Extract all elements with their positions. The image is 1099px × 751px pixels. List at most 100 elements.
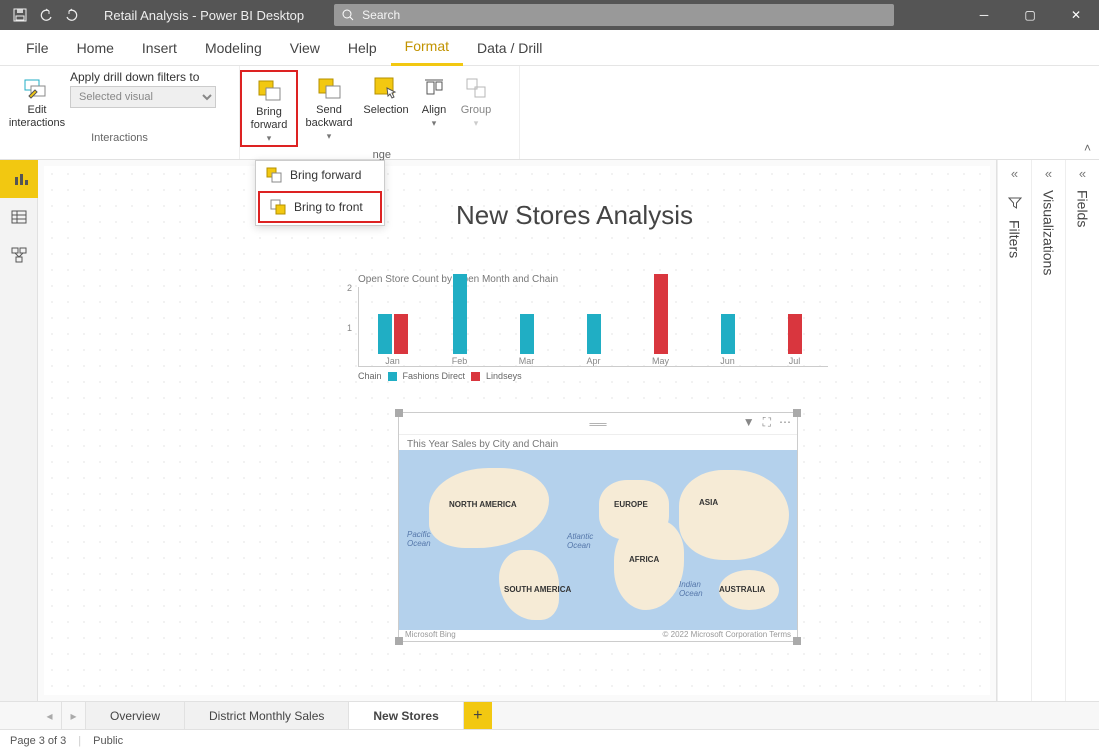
bar[interactable] — [394, 314, 408, 354]
menu-modeling[interactable]: Modeling — [191, 30, 276, 66]
bar-chart-visual[interactable]: Open Store Count by Open Month and Chain… — [358, 274, 828, 400]
filter-icon[interactable]: ▼ — [743, 415, 755, 430]
send-backward-label: Send backward — [305, 104, 352, 130]
focus-icon[interactable]: ⛶ — [763, 415, 771, 430]
panel-label: Visualizations — [1041, 190, 1057, 275]
bring-forward-label: Bring forward — [251, 106, 288, 132]
menu-format[interactable]: Format — [391, 30, 463, 66]
menu-help[interactable]: Help — [334, 30, 391, 66]
filters-panel[interactable]: « Filters — [997, 160, 1031, 701]
search-placeholder: Search — [362, 8, 400, 22]
dropdown-item-label: Bring forward — [290, 168, 361, 182]
canvas-title: New Stores Analysis — [456, 200, 693, 231]
maximize-icon[interactable]: ▢ — [1007, 0, 1053, 30]
close-icon[interactable]: ✕ — [1053, 0, 1099, 30]
filter-icon — [1008, 196, 1022, 210]
dropdown-bring-forward[interactable]: Bring forward — [256, 161, 384, 189]
bring-forward-icon — [253, 76, 285, 104]
menu-view[interactable]: View — [276, 30, 334, 66]
ribbon-group-interactions-label: Interactions — [8, 130, 231, 146]
drill-filters-select[interactable]: Selected visual — [70, 86, 216, 108]
edit-interactions-label: Edit interactions — [9, 104, 65, 130]
edit-interactions-button[interactable]: Edit interactions — [8, 70, 66, 130]
menu-file[interactable]: File — [12, 30, 63, 66]
nav-report-icon[interactable] — [0, 160, 38, 198]
save-icon[interactable] — [8, 3, 32, 27]
group-button[interactable]: Group ▾ — [456, 70, 496, 130]
chevron-down-icon: ▾ — [474, 117, 479, 130]
dropdown-bring-to-front[interactable]: Bring to front — [258, 191, 382, 223]
tab-district-monthly-sales[interactable]: District Monthly Sales — [185, 702, 349, 729]
bar[interactable] — [788, 314, 802, 354]
tab-overview[interactable]: Overview — [86, 702, 185, 729]
expand-icon[interactable]: « — [1011, 166, 1018, 181]
map-attribution: Microsoft Bing — [405, 630, 456, 639]
x-axis-label: Feb — [452, 356, 468, 366]
chevron-down-icon: ▾ — [327, 130, 332, 143]
report-canvas[interactable]: New Stores Analysis Open Store Count by … — [38, 160, 997, 701]
panel-label: Fields — [1075, 190, 1091, 227]
expand-icon[interactable]: « — [1045, 166, 1052, 181]
bar[interactable] — [520, 314, 534, 354]
menu-bar: File Home Insert Modeling View Help Form… — [0, 30, 1099, 66]
undo-icon[interactable] — [34, 3, 58, 27]
collapse-ribbon-icon[interactable]: ˄ — [1084, 141, 1091, 155]
bar[interactable] — [587, 314, 601, 354]
bar[interactable] — [654, 274, 668, 354]
drill-filters-label: Apply drill down filters to — [70, 70, 216, 84]
send-backward-button[interactable]: Send backward ▾ — [300, 70, 358, 143]
resize-handle[interactable] — [395, 637, 403, 645]
group-label: Group — [461, 104, 492, 117]
menu-home[interactable]: Home — [63, 30, 128, 66]
expand-icon[interactable]: « — [1079, 166, 1086, 181]
x-axis-label: Mar — [519, 356, 535, 366]
left-nav — [0, 160, 38, 701]
bar[interactable] — [378, 314, 392, 354]
status-page: Page 3 of 3 — [10, 735, 66, 747]
search-input[interactable]: Search — [334, 4, 894, 26]
minimize-icon[interactable]: ─ — [961, 0, 1007, 30]
align-label: Align — [422, 104, 446, 117]
page-tabs: ◂ ▸ Overview District Monthly Sales New … — [0, 701, 1099, 729]
title-bar: Retail Analysis - Power BI Desktop Searc… — [0, 0, 1099, 30]
map-copyright: © 2022 Microsoft Corporation Terms — [663, 630, 791, 639]
selection-icon — [370, 74, 402, 102]
bring-forward-button[interactable]: Bring forward ▾ — [240, 70, 298, 147]
visualizations-panel[interactable]: « Visualizations — [1031, 160, 1065, 701]
selection-button[interactable]: Selection — [360, 70, 412, 117]
ribbon: Edit interactions Apply drill down filte… — [0, 66, 1099, 160]
align-button[interactable]: Align ▾ — [414, 70, 454, 130]
map-body[interactable]: NORTH AMERICA SOUTH AMERICA EUROPE AFRIC… — [399, 450, 797, 630]
tab-next-icon[interactable]: ▸ — [62, 702, 86, 729]
dropdown-item-label: Bring to front — [294, 200, 363, 214]
more-icon[interactable]: ⋯ — [779, 415, 791, 430]
map-visual[interactable]: ══ ▼ ⛶ ⋯ This Year Sales by City and Cha… — [398, 412, 798, 642]
drag-handle-icon[interactable]: ══ — [589, 417, 606, 431]
send-backward-icon — [313, 74, 345, 102]
menu-data-drill[interactable]: Data / Drill — [463, 30, 556, 66]
menu-insert[interactable]: Insert — [128, 30, 191, 66]
tab-prev-icon[interactable]: ◂ — [38, 702, 62, 729]
main-area: New Stores Analysis Open Store Count by … — [0, 160, 1099, 701]
tab-new-stores[interactable]: New Stores — [349, 702, 463, 729]
add-page-button[interactable]: + — [464, 702, 492, 729]
selection-label: Selection — [363, 104, 408, 117]
bar[interactable] — [721, 314, 735, 354]
resize-handle[interactable] — [793, 637, 801, 645]
bar[interactable] — [453, 274, 467, 354]
x-axis-label: May — [652, 356, 669, 366]
align-icon — [418, 74, 450, 102]
x-axis-label: Apr — [586, 356, 600, 366]
nav-model-icon[interactable] — [0, 236, 38, 274]
chart-legend: Chain Fashions Direct Lindseys — [358, 371, 828, 381]
chevron-down-icon: ▾ — [432, 117, 437, 130]
group-icon — [460, 74, 492, 102]
redo-icon[interactable] — [60, 3, 84, 27]
fields-panel[interactable]: « Fields — [1065, 160, 1099, 701]
nav-data-icon[interactable] — [0, 198, 38, 236]
bring-forward-icon — [266, 167, 282, 183]
bring-forward-dropdown: Bring forward Bring to front — [255, 160, 385, 226]
edit-interactions-icon — [21, 74, 53, 102]
map-title: This Year Sales by City and Chain — [399, 435, 797, 450]
x-axis-label: Jul — [789, 356, 801, 366]
